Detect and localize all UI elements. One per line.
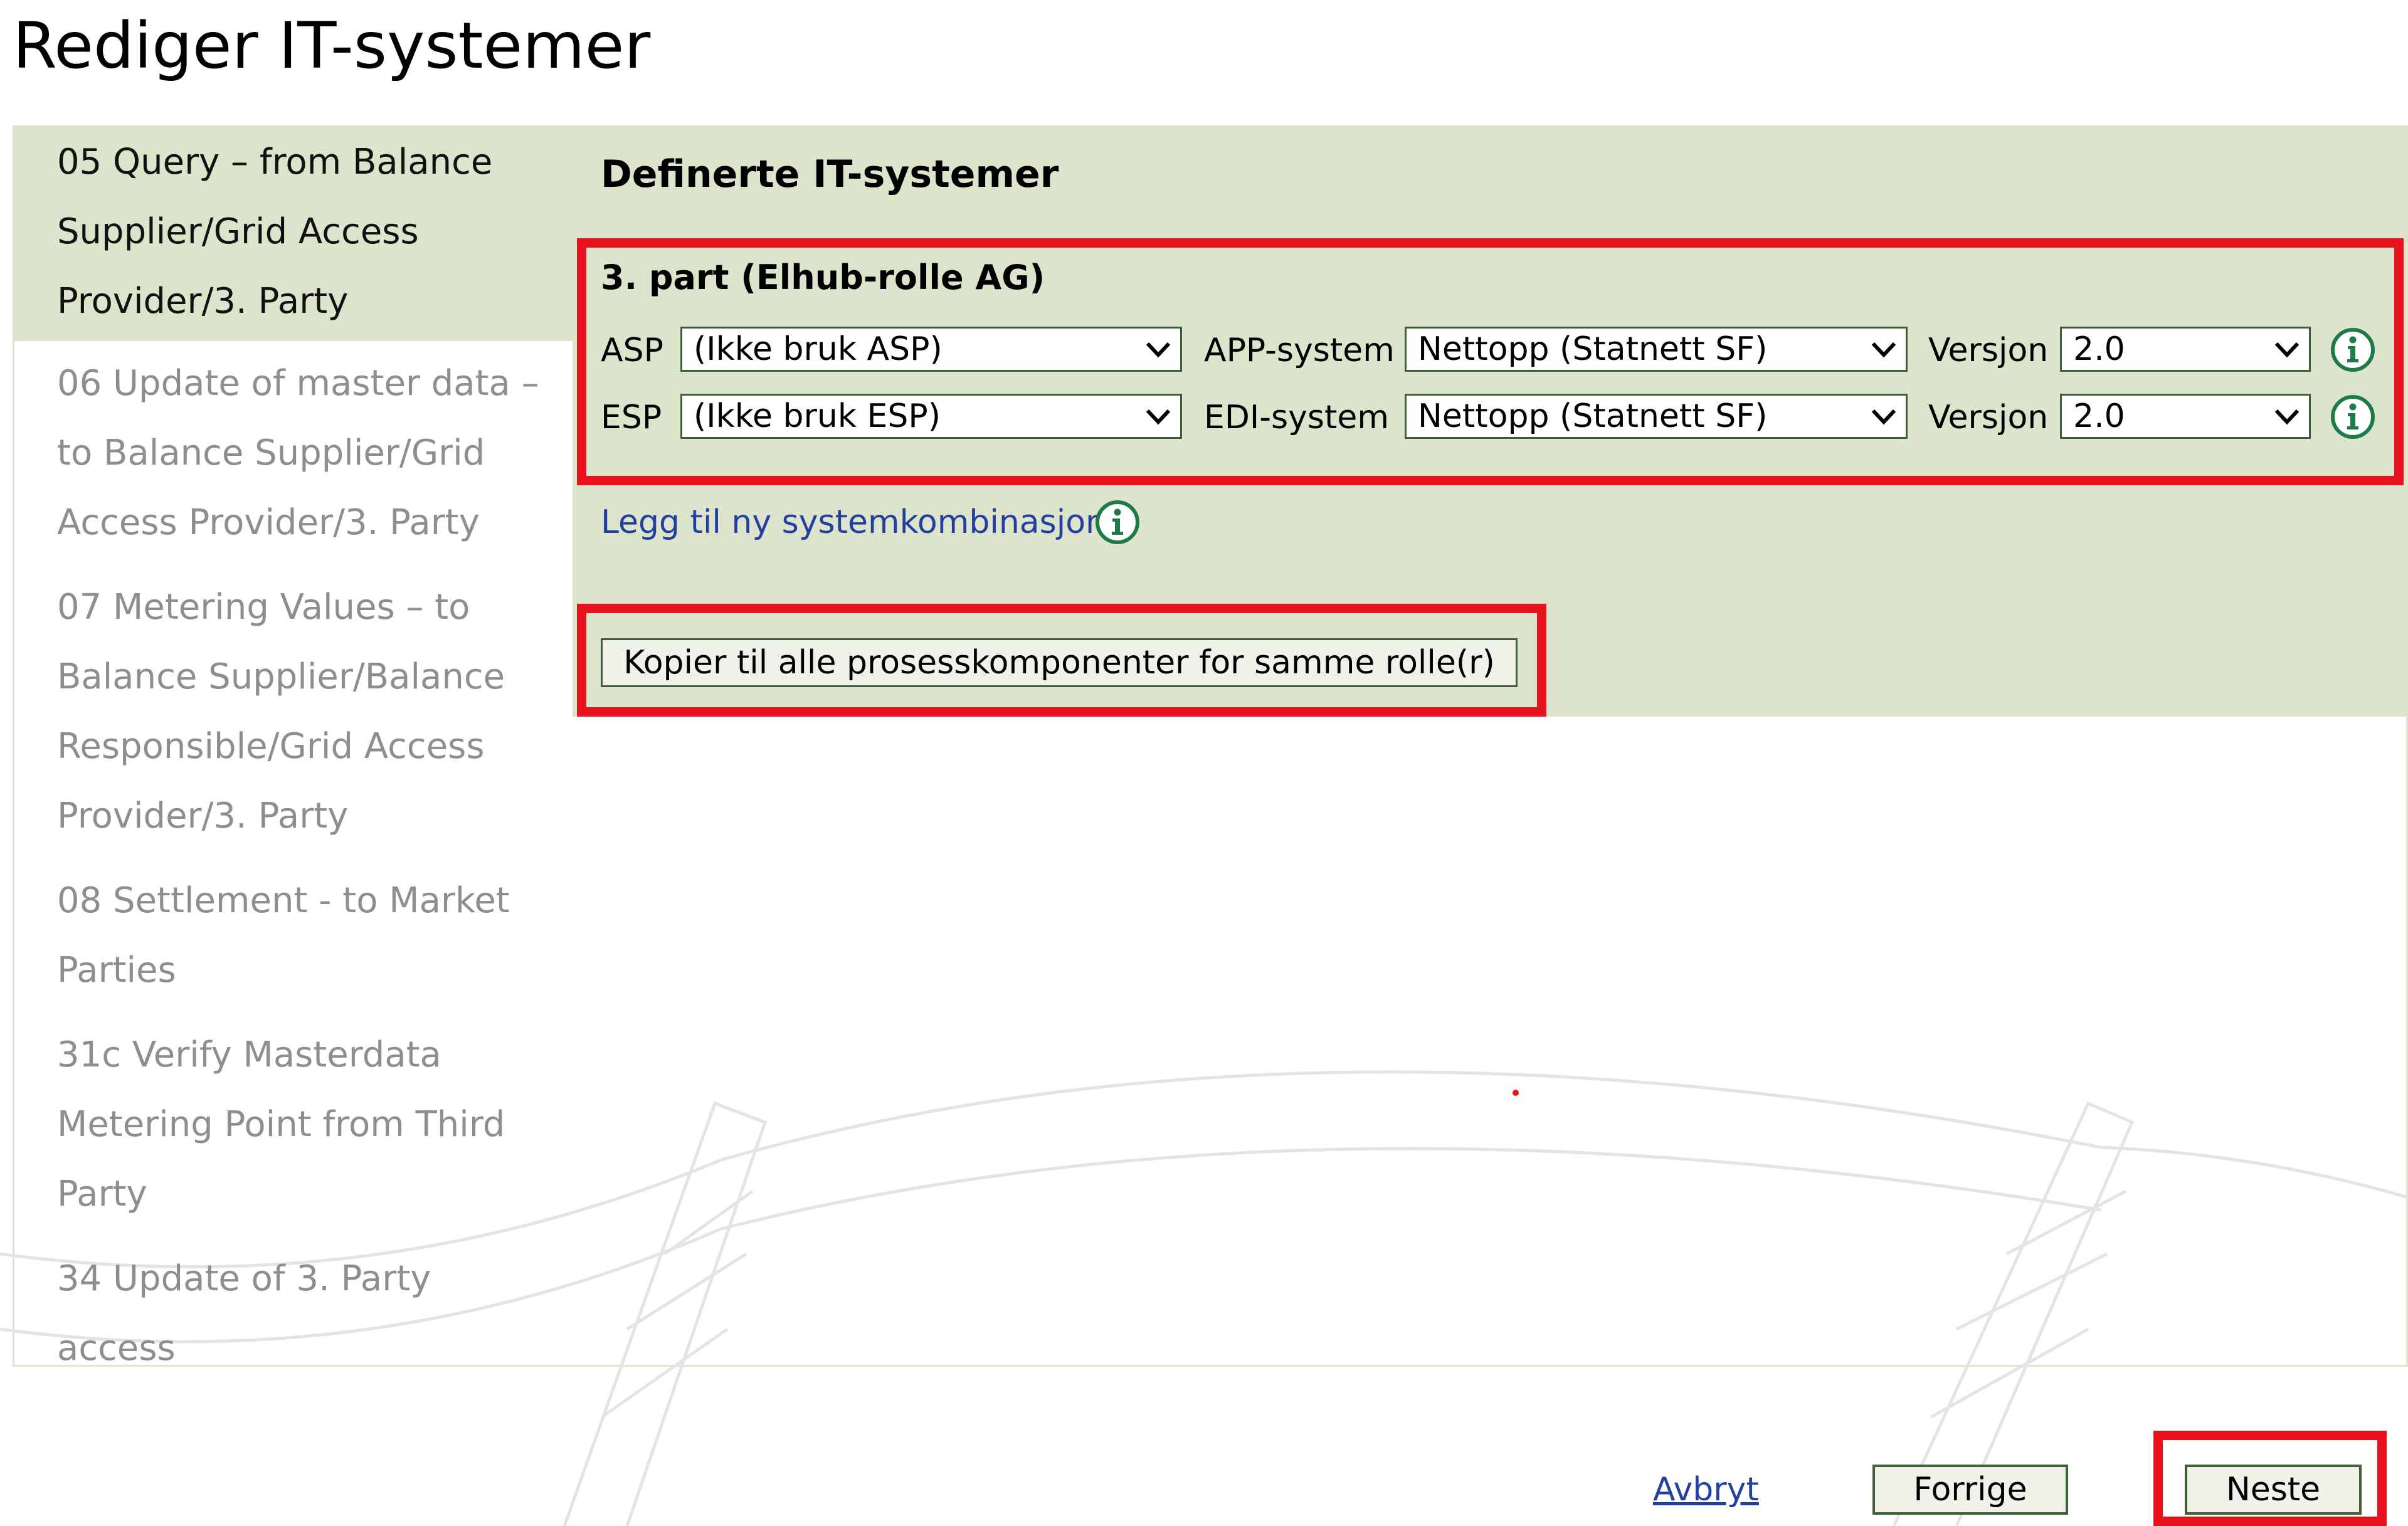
- sidebar-item-08-settlement[interactable]: 08 Settlement - to Market Parties: [14, 858, 573, 1013]
- edi-version-label: Versjon: [1928, 399, 2049, 436]
- app-system-label: APP-system: [1204, 332, 1395, 369]
- esp-select[interactable]: (Ikke bruk ESP): [680, 394, 1182, 439]
- chevron-down-icon: [1146, 409, 1171, 425]
- sidebar-item-31c-verify-masterdata[interactable]: 31c Verify Masterdata Metering Point fro…: [14, 1013, 573, 1236]
- page-title: Rediger IT-systemer: [13, 9, 651, 83]
- edi-system-label: EDI-system: [1204, 399, 1389, 436]
- chevron-down-icon: [1871, 409, 1896, 425]
- sidebar-item-34-update-third-party[interactable]: 34 Update of 3. Party access: [14, 1236, 573, 1391]
- asp-label: ASP: [601, 332, 663, 369]
- edi-version-select-value: 2.0: [2073, 397, 2125, 435]
- app-version-label: Versjon: [1928, 332, 2049, 369]
- esp-select-value: (Ikke bruk ESP): [694, 397, 941, 435]
- esp-label: ESP: [601, 399, 662, 436]
- edi-system-select-value: Nettopp (Statnett SF): [1418, 397, 1768, 435]
- sidebar-item-06-update-master-data[interactable]: 06 Update of master data – to Balance Su…: [14, 341, 573, 565]
- info-icon[interactable]: [2330, 327, 2376, 373]
- app-version-select-value: 2.0: [2073, 330, 2125, 368]
- chevron-down-icon: [2274, 342, 2300, 358]
- next-button[interactable]: Neste: [2185, 1465, 2362, 1515]
- asp-select[interactable]: (Ikke bruk ASP): [680, 327, 1182, 372]
- previous-button[interactable]: Forrige: [1872, 1465, 2068, 1515]
- asp-select-value: (Ikke bruk ASP): [694, 330, 943, 368]
- info-icon[interactable]: [1094, 499, 1141, 545]
- cancel-link[interactable]: Avbryt: [1653, 1471, 1759, 1508]
- sidebar-item-05-query[interactable]: 05 Query – from Balance Supplier/Grid Ac…: [14, 127, 573, 341]
- copy-to-all-button[interactable]: Kopier til alle prosesskomponenter for s…: [601, 638, 1518, 687]
- red-marker-dot: [1513, 1090, 1519, 1096]
- chevron-down-icon: [2274, 409, 2300, 425]
- add-system-combination-link[interactable]: Legg til ny systemkombinasjon: [601, 503, 1106, 541]
- system-row-esp: ESP (Ikke bruk ESP) EDI-system Nettopp (…: [601, 394, 2408, 444]
- edi-version-select[interactable]: 2.0: [2060, 394, 2311, 439]
- app-system-select[interactable]: Nettopp (Statnett SF): [1405, 327, 1908, 372]
- info-icon[interactable]: [2330, 394, 2376, 440]
- process-sidebar: 05 Query – from Balance Supplier/Grid Ac…: [14, 127, 573, 1391]
- it-systems-panel: Definerte IT-systemer 3. part (Elhub-rol…: [573, 127, 2408, 717]
- sidebar-item-07-metering-values[interactable]: 07 Metering Values – to Balance Supplier…: [14, 565, 573, 858]
- section-heading: Definerte IT-systemer: [601, 152, 1059, 196]
- chevron-down-icon: [1871, 342, 1896, 358]
- system-row-asp: ASP (Ikke bruk ASP) APP-system Nettopp (…: [601, 327, 2408, 377]
- app-version-select[interactable]: 2.0: [2060, 327, 2311, 372]
- role-heading: 3. part (Elhub-rolle AG): [601, 258, 1045, 297]
- edi-system-select[interactable]: Nettopp (Statnett SF): [1405, 394, 1908, 439]
- chevron-down-icon: [1146, 342, 1171, 358]
- app-system-select-value: Nettopp (Statnett SF): [1418, 330, 1768, 368]
